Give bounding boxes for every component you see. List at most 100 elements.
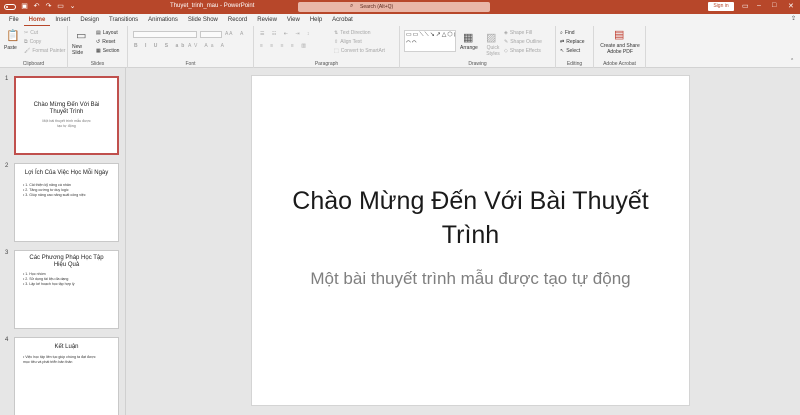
drawing-group: ▭▭⟍⟍↘↗△⬡◯◠↗▭⬠◁▷☆{}⌒⌒ ▦ Arrange ▨ Quick S…: [400, 26, 556, 68]
paste-button[interactable]: Paste: [4, 45, 17, 51]
acrobat-label: Adobe Acrobat: [603, 61, 636, 67]
arrange-button[interactable]: Arrange: [460, 45, 478, 51]
tab-home[interactable]: Home: [23, 14, 51, 26]
save-icon[interactable]: ▣: [21, 3, 28, 10]
layout-button[interactable]: ▤ Layout: [96, 30, 118, 36]
text-direction-button[interactable]: ⇅ Text Direction: [334, 30, 371, 36]
slide-number: 4: [5, 337, 9, 343]
clear-formatting-icon[interactable]: A: [240, 31, 243, 37]
tab-animations[interactable]: Animations: [143, 14, 183, 26]
customize-qat-icon[interactable]: ⌄: [69, 3, 76, 10]
sign-in-button[interactable]: Sign in: [708, 2, 734, 11]
slide-thumbnail-2[interactable]: Lợi Ích Của Việc Học Mỗi Ngày • 1. Cải t…: [14, 163, 119, 242]
reset-button[interactable]: ↺ Reset: [96, 39, 115, 45]
new-slide-icon[interactable]: ▭: [76, 29, 86, 42]
magnifier-icon: ⌕: [560, 30, 563, 36]
close-icon[interactable]: ✕: [788, 2, 794, 10]
section-button[interactable]: ▦ Section: [96, 48, 119, 54]
thumbnail-list: • Việc học tập liên tục giúp chúng ta đạ…: [23, 355, 100, 365]
font-color-buttons[interactable]: AV Aa A: [188, 43, 227, 49]
search-input[interactable]: ⌕ Search (Alt+Q): [298, 2, 490, 12]
shapes-gallery[interactable]: ▭▭⟍⟍↘↗△⬡◯◠↗▭⬠◁▷☆{}⌒⌒: [404, 30, 456, 52]
tab-transitions[interactable]: Transitions: [104, 14, 143, 26]
thumbnail-title: Chào Mừng Đến Với Bài Thuyết Trình: [33, 102, 100, 115]
format-painter-button[interactable]: 🖌 Format Painter: [24, 48, 65, 54]
redo-icon[interactable]: ↷: [45, 3, 52, 10]
list-buttons[interactable]: ☰ ☷ ⇤ ⇥ ↕: [260, 31, 312, 37]
font-style-buttons[interactable]: B I U S ab: [134, 43, 187, 49]
cut-icon: ✂: [24, 30, 29, 36]
tab-review[interactable]: Review: [252, 14, 282, 26]
thumbnail-title: Lợi Ích Của Việc Học Mỗi Ngày: [24, 170, 109, 176]
slide-subtitle[interactable]: Một bài thuyết trình mẫu được tạo tự độn…: [292, 266, 649, 291]
editing-group: ⌕ Find ⇄ Replace ↖ Select Editing: [556, 26, 594, 68]
tab-insert[interactable]: Insert: [50, 14, 75, 26]
shape-effects-button[interactable]: ◇ Shape Effects: [504, 48, 541, 54]
convert-smartart-button[interactable]: ⬚ Convert to SmartArt: [334, 48, 385, 54]
new-slide-button[interactable]: New Slide: [72, 44, 94, 56]
document-title: Thuyet_trinh_mau - PowerPoint: [170, 3, 255, 9]
create-share-pdf-button[interactable]: Create and Share Adobe PDF: [597, 43, 643, 55]
share-icon[interactable]: ⇪: [791, 15, 796, 22]
quick-styles-button[interactable]: Quick Styles: [483, 45, 503, 57]
list-item: • Việc học tập liên tục giúp chúng ta đạ…: [23, 355, 96, 364]
undo-icon[interactable]: ↶: [33, 3, 40, 10]
slide-thumbnail-3[interactable]: Các Phương Pháp Học Tập Hiệu Quả • 1. Họ…: [14, 250, 119, 329]
current-slide[interactable]: Chào Mừng Đến Với Bài Thuyết Trình Một b…: [251, 75, 690, 406]
thumbnail-list: • 1. Cải thiện kỹ năng cá nhân • 2. Tăng…: [23, 183, 118, 198]
slide-title[interactable]: Chào Mừng Đến Với Bài Thuyết Trình: [272, 184, 669, 252]
arrange-icon[interactable]: ▦: [463, 31, 473, 44]
reset-icon: ↺: [96, 39, 101, 45]
slide-thumbnails-panel[interactable]: 1 Chào Mừng Đến Với Bài Thuyết Trình Một…: [0, 68, 126, 415]
align-text-button[interactable]: ⇳ Align Text: [334, 39, 362, 45]
shape-fill-button[interactable]: ◈ Shape Fill: [504, 30, 532, 36]
paste-icon[interactable]: 📋: [6, 29, 20, 42]
tab-design[interactable]: Design: [75, 14, 104, 26]
replace-button[interactable]: ⇄ Replace: [560, 39, 585, 45]
clipboard-label: Clipboard: [22, 61, 45, 67]
font-size-dropdown[interactable]: [200, 31, 222, 38]
autosave-toggle[interactable]: [4, 3, 16, 10]
collapse-ribbon-icon[interactable]: ⌃: [790, 58, 794, 64]
maximize-icon[interactable]: □: [772, 2, 776, 9]
section-icon: ▦: [96, 48, 101, 54]
thumbnail-subtitle: Một bài thuyết trình mẫu được tạo tự độn…: [42, 119, 91, 128]
effects-icon: ◇: [504, 48, 508, 54]
layout-icon: ▤: [96, 30, 101, 36]
slide-number: 2: [5, 163, 9, 169]
tab-help[interactable]: Help: [305, 14, 327, 26]
slide-thumbnail-4[interactable]: Kết Luận • Việc học tập liên tục giúp ch…: [14, 337, 119, 415]
select-button[interactable]: ↖ Select: [560, 48, 580, 54]
text-direction-icon: ⇅: [334, 30, 339, 36]
tab-file[interactable]: File: [4, 14, 24, 26]
list-item: • 3. Lập kế hoạch học tập hợp lý: [23, 282, 75, 286]
search-placeholder: Search (Alt+Q): [360, 4, 394, 10]
quick-styles-icon[interactable]: ▨: [486, 31, 496, 44]
cursor-icon: ↖: [560, 48, 565, 54]
shape-outline-button[interactable]: ✎ Shape Outline: [504, 39, 542, 45]
find-button[interactable]: ⌕ Find: [560, 30, 575, 36]
font-size-buttons[interactable]: A A: [225, 31, 233, 37]
cut-button[interactable]: ✂ Cut: [24, 30, 38, 36]
slides-group: ▭ New Slide ▤ Layout ↺ Reset ▦ Section Slid…: [68, 26, 128, 68]
thumbnail-list: • 1. Học nhóm • 2. Sử dụng tài liệu đa d…: [23, 272, 118, 287]
tab-view[interactable]: View: [282, 14, 305, 26]
minimize-icon[interactable]: –: [757, 2, 761, 9]
font-name-dropdown[interactable]: [133, 31, 197, 38]
tab-slide-show[interactable]: Slide Show: [183, 14, 223, 26]
font-group: A A A B I U S ab AV Aa A Font: [128, 26, 254, 68]
title-bar: ▣ ↶ ↷ ▭ ⌄ Thuyet_trinh_mau - PowerPoint …: [0, 0, 800, 14]
align-buttons[interactable]: ≡ ≡ ≡ ≡ ▥: [260, 43, 309, 49]
present-icon[interactable]: ▭: [57, 3, 64, 10]
slide-thumbnail-1[interactable]: Chào Mừng Đến Với Bài Thuyết Trình Một b…: [14, 76, 119, 155]
tab-record[interactable]: Record: [223, 14, 252, 26]
quick-access-toolbar: ▣ ↶ ↷ ▭ ⌄: [4, 3, 76, 10]
pdf-icon[interactable]: ▤: [614, 28, 624, 41]
drawing-label: Drawing: [468, 61, 487, 67]
ribbon-display-icon[interactable]: ▭: [742, 2, 749, 10]
copy-button[interactable]: ⧉ Copy: [24, 39, 41, 45]
tab-acrobat[interactable]: Acrobat: [327, 14, 358, 26]
paragraph-label: Paragraph: [314, 61, 339, 67]
search-icon: ⌕: [350, 3, 354, 9]
replace-icon: ⇄: [560, 39, 565, 45]
